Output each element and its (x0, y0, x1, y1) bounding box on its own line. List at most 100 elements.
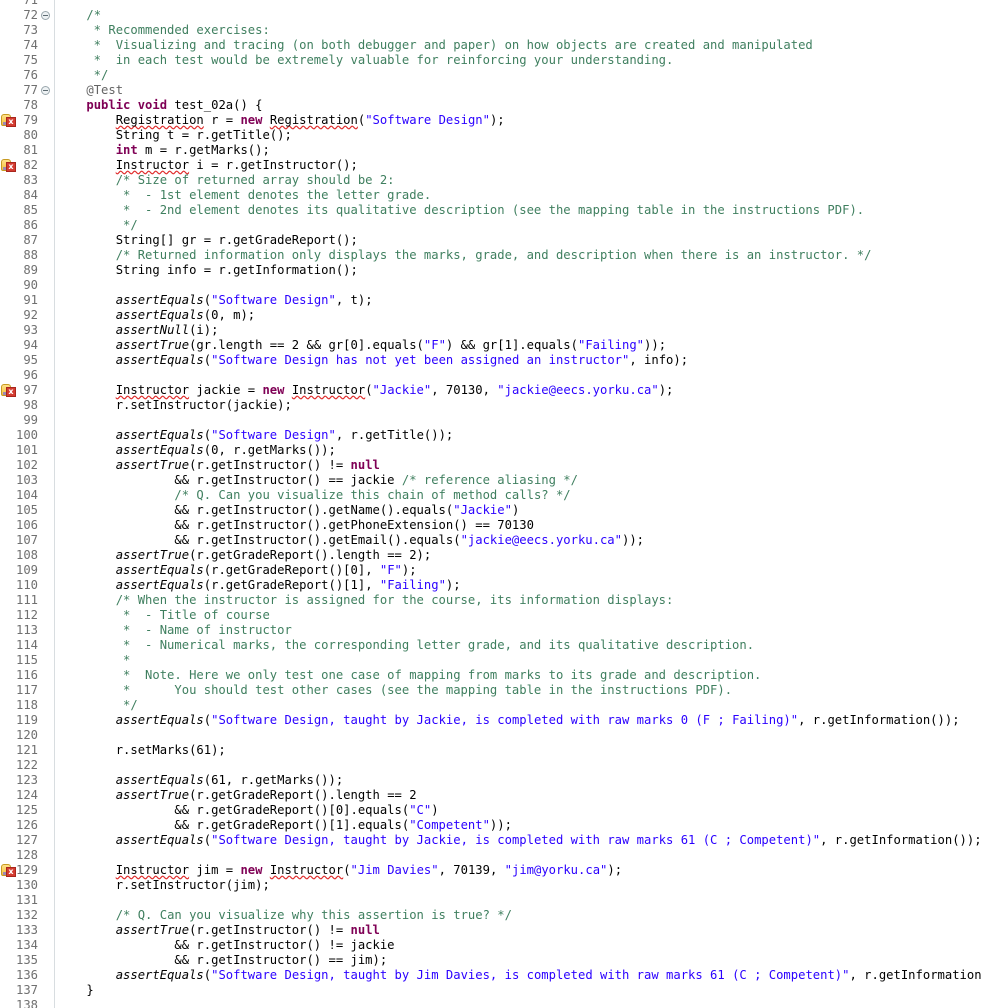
code-line[interactable]: 89 String info = r.getInformation(); (0, 263, 984, 278)
code-line[interactable]: 100 assertEquals("Software Design", r.ge… (0, 428, 984, 443)
code-text[interactable]: r.setMarks(61); (57, 743, 226, 758)
code-text[interactable]: assertEquals(0, r.getMarks()); (57, 443, 336, 458)
code-line[interactable]: 107 && r.getInstructor().getEmail().equa… (0, 533, 984, 548)
code-text[interactable]: && r.getInstructor() != jackie (57, 938, 395, 953)
code-text[interactable]: * You should test other cases (see the m… (57, 683, 732, 698)
code-line[interactable]: 130 r.setInstructor(jim); (0, 878, 984, 893)
code-text[interactable]: r.setInstructor(jim); (57, 878, 270, 893)
code-line[interactable]: 117 * You should test other cases (see t… (0, 683, 984, 698)
code-text[interactable]: * Note. Here we only test one case of ma… (57, 668, 761, 683)
code-text[interactable]: assertEquals(61, r.getMarks()); (57, 773, 343, 788)
code-text[interactable]: && r.getInstructor() == jim); (57, 953, 387, 968)
code-text[interactable]: Registration r = new Registration("Softw… (57, 113, 505, 128)
code-text[interactable]: * in each test would be extremely valuab… (57, 53, 673, 68)
code-line[interactable]: 75 * in each test would be extremely val… (0, 53, 984, 68)
code-line[interactable]: 98 r.setInstructor(jackie); (0, 398, 984, 413)
code-text[interactable]: /* Q. Can you visualize why this asserti… (57, 908, 512, 923)
code-text[interactable]: * (57, 653, 130, 668)
code-editor[interactable]: 7172 /*73 * Recommended exercises:74 * V… (0, 0, 984, 1008)
code-text[interactable]: && r.getGradeReport()[0].equals("C") (57, 803, 439, 818)
code-text[interactable]: int m = r.getMarks(); (57, 143, 270, 158)
code-line[interactable]: 111 /* When the instructor is assigned f… (0, 593, 984, 608)
code-line[interactable]: 103 && r.getInstructor() == jackie /* re… (0, 473, 984, 488)
code-text[interactable]: * - 2nd element denotes its qualitative … (57, 203, 864, 218)
code-text[interactable]: assertTrue(r.getInstructor() != null (57, 923, 380, 938)
code-text[interactable]: @Test (57, 83, 123, 98)
code-text[interactable]: } (57, 983, 94, 998)
code-text[interactable]: /* Returned information only displays th… (57, 248, 871, 263)
code-text[interactable]: && r.getGradeReport()[1].equals("Compete… (57, 818, 512, 833)
code-line[interactable]: 101 assertEquals(0, r.getMarks()); (0, 443, 984, 458)
code-line[interactable]: 119 assertEquals("Software Design, taugh… (0, 713, 984, 728)
code-line[interactable]: 73 * Recommended exercises: (0, 23, 984, 38)
code-line[interactable]: 93 assertNull(i); (0, 323, 984, 338)
code-text[interactable]: String[] gr = r.getGradeReport(); (57, 233, 358, 248)
code-line[interactable]: x129 Instructor jim = new Instructor("Ji… (0, 863, 984, 878)
code-line[interactable]: 135 && r.getInstructor() == jim); (0, 953, 984, 968)
code-text[interactable]: assertNull(i); (57, 323, 218, 338)
code-text[interactable]: assertEquals("Software Design has not ye… (57, 353, 688, 368)
code-line[interactable]: x97 Instructor jackie = new Instructor("… (0, 383, 984, 398)
code-line[interactable]: 92 assertEquals(0, m); (0, 308, 984, 323)
code-line[interactable]: 88 /* Returned information only displays… (0, 248, 984, 263)
code-line[interactable]: 72 /* (0, 8, 984, 23)
code-line[interactable]: 85 * - 2nd element denotes its qualitati… (0, 203, 984, 218)
code-text[interactable]: * Visualizing and tracing (on both debug… (57, 38, 813, 53)
code-line[interactable]: 78 public void test_02a() { (0, 98, 984, 113)
code-text[interactable]: && r.getInstructor() == jackie /* refere… (57, 473, 578, 488)
code-text[interactable]: */ (57, 68, 108, 83)
code-line[interactable]: 76 */ (0, 68, 984, 83)
code-line[interactable]: 121 r.setMarks(61); (0, 743, 984, 758)
code-text[interactable]: Instructor i = r.getInstructor(); (57, 158, 358, 173)
code-text[interactable]: assertEquals(r.getGradeReport()[1], "Fai… (57, 578, 461, 593)
code-text[interactable]: * Recommended exercises: (57, 23, 270, 38)
code-line[interactable]: 127 assertEquals("Software Design, taugh… (0, 833, 984, 848)
code-text[interactable]: assertEquals("Software Design, taught by… (57, 713, 960, 728)
code-line[interactable]: 87 String[] gr = r.getGradeReport(); (0, 233, 984, 248)
code-line[interactable]: 106 && r.getInstructor().getPhoneExtensi… (0, 518, 984, 533)
code-text[interactable]: && r.getInstructor().getName().equals("J… (57, 503, 519, 518)
code-text[interactable]: assertTrue(r.getInstructor() != null (57, 458, 380, 473)
code-line[interactable]: 113 * - Name of instructor (0, 623, 984, 638)
code-text[interactable]: /* When the instructor is assigned for t… (57, 593, 673, 608)
code-line[interactable]: 90 (0, 278, 984, 293)
code-line[interactable]: 91 assertEquals("Software Design", t); (0, 293, 984, 308)
code-line[interactable]: 109 assertEquals(r.getGradeReport()[0], … (0, 563, 984, 578)
code-text[interactable]: /* Q. Can you visualize this chain of me… (57, 488, 571, 503)
code-text[interactable]: assertEquals("Software Design, taught by… (57, 968, 984, 983)
code-line[interactable]: 124 assertTrue(r.getGradeReport().length… (0, 788, 984, 803)
code-text[interactable]: */ (57, 698, 138, 713)
fold-collapse-icon[interactable] (41, 11, 50, 20)
code-line[interactable]: 83 /* Size of returned array should be 2… (0, 173, 984, 188)
fold-collapse-icon[interactable] (41, 86, 50, 95)
code-line[interactable]: 80 String t = r.getTitle(); (0, 128, 984, 143)
code-line[interactable]: 122 (0, 758, 984, 773)
code-line[interactable]: 118 */ (0, 698, 984, 713)
code-line[interactable]: 116 * Note. Here we only test one case o… (0, 668, 984, 683)
code-line[interactable]: 131 (0, 893, 984, 908)
code-text[interactable]: && r.getInstructor().getEmail().equals("… (57, 533, 644, 548)
code-line[interactable]: 125 && r.getGradeReport()[0].equals("C") (0, 803, 984, 818)
code-text[interactable]: assertEquals("Software Design", r.getTit… (57, 428, 453, 443)
code-line[interactable]: 123 assertEquals(61, r.getMarks()); (0, 773, 984, 788)
code-line[interactable]: 110 assertEquals(r.getGradeReport()[1], … (0, 578, 984, 593)
code-line[interactable]: 128 (0, 848, 984, 863)
code-text[interactable]: * - Numerical marks, the corresponding l… (57, 638, 754, 653)
code-line[interactable]: 105 && r.getInstructor().getName().equal… (0, 503, 984, 518)
code-text[interactable]: String t = r.getTitle(); (57, 128, 292, 143)
code-line[interactable]: 77 @Test (0, 83, 984, 98)
code-line[interactable]: 94 assertTrue(gr.length == 2 && gr[0].eq… (0, 338, 984, 353)
code-line[interactable]: 120 (0, 728, 984, 743)
code-line[interactable]: 115 * (0, 653, 984, 668)
code-text[interactable]: */ (57, 218, 138, 233)
code-text[interactable]: assertTrue(gr.length == 2 && gr[0].equal… (57, 338, 666, 353)
code-line[interactable]: 102 assertTrue(r.getInstructor() != null (0, 458, 984, 473)
code-text[interactable]: * - Title of course (57, 608, 270, 623)
code-line[interactable]: 112 * - Title of course (0, 608, 984, 623)
code-text[interactable]: * - Name of instructor (57, 623, 292, 638)
code-line[interactable]: 84 * - 1st element denotes the letter gr… (0, 188, 984, 203)
code-text[interactable]: assertEquals("Software Design", t); (57, 293, 373, 308)
code-line[interactable]: 71 (0, 0, 984, 8)
code-line[interactable]: 99 (0, 413, 984, 428)
code-text[interactable]: assertEquals(0, m); (57, 308, 255, 323)
